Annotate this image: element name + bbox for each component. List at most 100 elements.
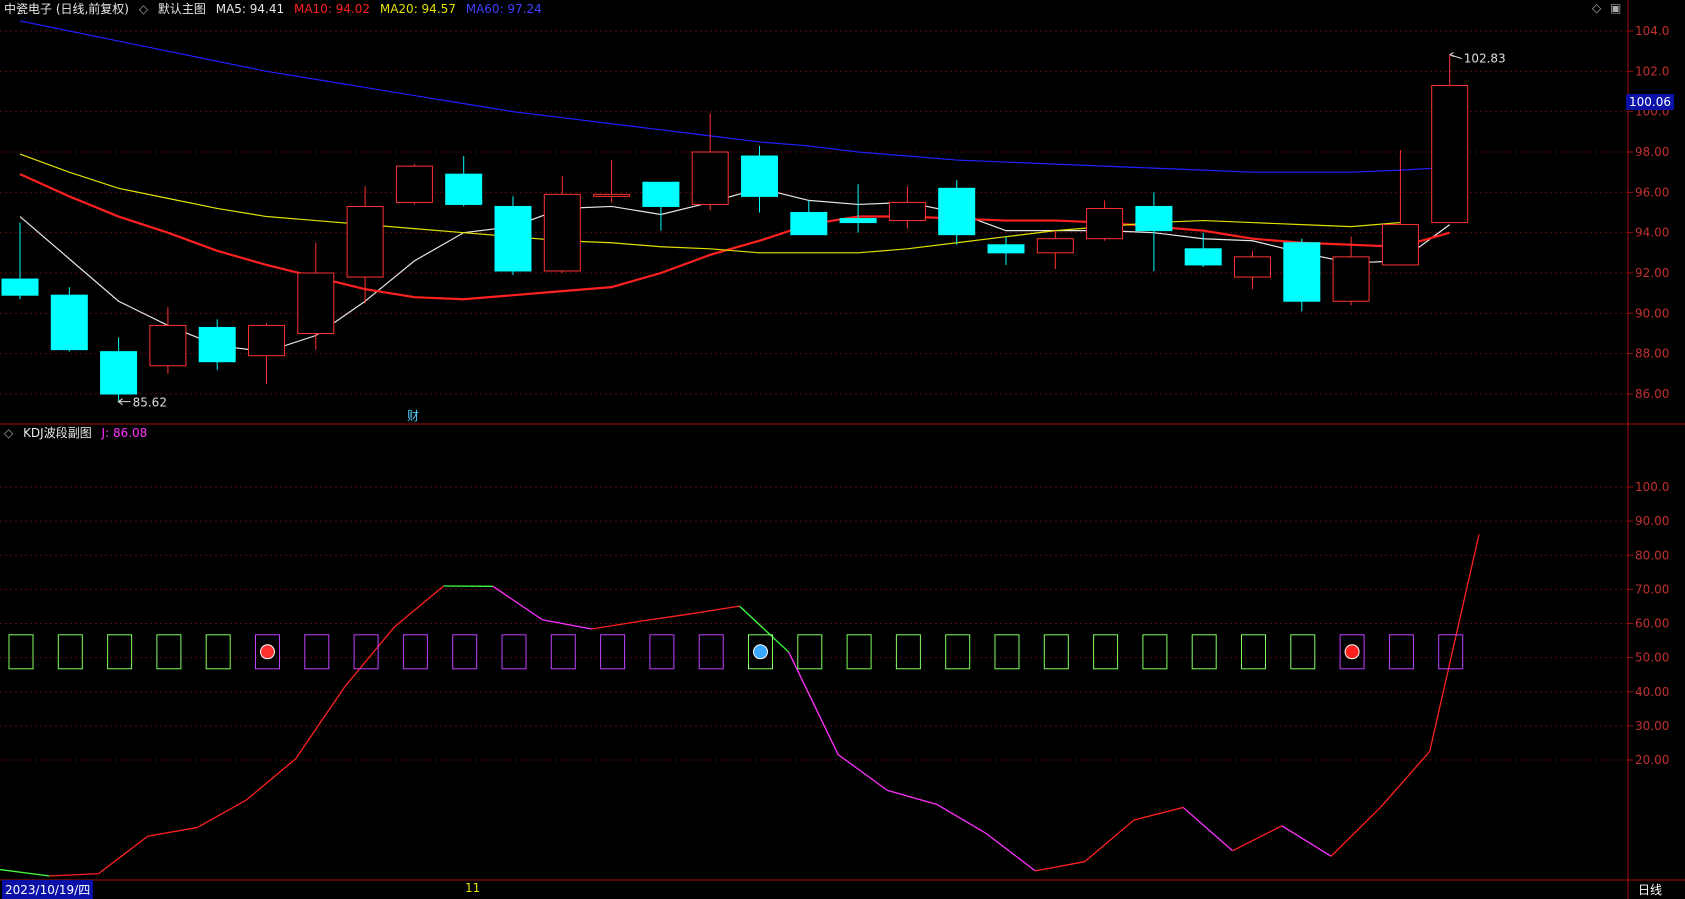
candle [1283, 238, 1321, 312]
candle [494, 196, 532, 276]
cursor-date-box: 2023/10/19/四 [2, 880, 94, 899]
signal-marker-icon [1344, 644, 1360, 660]
stock-title: 中瓷电子 (日线,前复权) [4, 2, 129, 16]
sub-tick-label: 90.00 [1635, 514, 1669, 528]
candle-body [395, 165, 433, 203]
candle-body [691, 151, 729, 205]
candle [691, 113, 729, 211]
candle-body [938, 187, 976, 236]
sub-tick-label: 100.0 [1635, 480, 1669, 494]
high-arrow [1449, 52, 1462, 60]
sub-tick-label: 70.00 [1635, 582, 1669, 596]
kdj-j-segment [985, 832, 1036, 872]
signal-box [550, 634, 576, 670]
signal-box [600, 634, 626, 670]
kdj-j-segment [295, 685, 346, 760]
candle-body [1086, 207, 1124, 240]
sub-chevron-icon[interactable]: ◇ [4, 426, 13, 440]
signal-box [1438, 634, 1464, 670]
candle [987, 236, 1025, 265]
signal-box [156, 634, 182, 670]
candle [642, 181, 680, 231]
candle-body [1381, 224, 1419, 266]
main-tick-label: 88.00 [1635, 347, 1669, 361]
kdj-j-segment [1084, 819, 1135, 863]
ma10-label: MA10: 94.02 [293, 2, 371, 16]
candle-body [445, 173, 483, 205]
financial-report-marker[interactable]: 财 [407, 407, 419, 424]
candle [1332, 236, 1370, 306]
signal-box [452, 634, 478, 670]
candle-body [790, 212, 828, 236]
signal-box [1142, 634, 1168, 670]
signal-box [501, 634, 527, 670]
kdj-j-segment [393, 585, 445, 628]
kdj-j-segment [936, 803, 987, 834]
j-value-label: J: 86.08 [101, 426, 148, 440]
diamond-icon[interactable]: ◇ [1592, 1, 1601, 15]
signal-marker-icon [753, 644, 768, 660]
signal-box [1241, 634, 1266, 670]
candle-body [987, 244, 1025, 254]
signal-box [1388, 634, 1414, 670]
candle-body [1, 278, 39, 296]
sub-tick-label: 20.00 [1635, 753, 1669, 767]
window-icon[interactable]: ▣ [1610, 1, 1621, 15]
candle-body [346, 205, 384, 278]
kdj-j-segment [344, 626, 395, 687]
candle [741, 145, 778, 213]
candle-body [1431, 84, 1469, 224]
candle [1086, 200, 1124, 241]
candle-body [1135, 205, 1173, 232]
panel-label[interactable]: 默认主图 [158, 2, 206, 16]
candle [198, 319, 236, 370]
ma60-label: MA60: 97.24 [465, 2, 542, 16]
kdj-j-segment [1133, 806, 1184, 821]
main-tick-label: 104.0 [1635, 24, 1669, 38]
sub-chart-title[interactable]: KDJ波段副图 [23, 426, 92, 440]
signal-box [698, 634, 724, 670]
sub-tick-label: 40.00 [1635, 685, 1669, 699]
kdj-j-segment [147, 826, 198, 837]
kdj-j-segment [1232, 825, 1283, 852]
kdj-j-segment [591, 620, 642, 630]
candle-body [1036, 238, 1074, 254]
signal-box [57, 634, 83, 670]
main-tick-label: 94.00 [1635, 226, 1669, 240]
candle-body [1283, 242, 1321, 302]
signal-box [649, 634, 675, 670]
sub-tick-label: 60.00 [1635, 617, 1669, 631]
signal-box [107, 634, 133, 670]
high-label: 102.83 [1464, 52, 1506, 66]
kdj-j-segment [1035, 861, 1085, 872]
signal-box [895, 634, 921, 670]
main-tick-label: 90.00 [1635, 306, 1669, 320]
kdj-j-segment [788, 651, 839, 755]
signal-box [1191, 634, 1217, 670]
period-label[interactable]: 日线 [1638, 881, 1662, 898]
candle [297, 242, 335, 350]
kdj-j-segment [246, 758, 297, 801]
kdj-j-segment [98, 835, 149, 875]
sub-tick-label: 30.00 [1635, 719, 1669, 733]
ma5-label: MA5: 94.41 [215, 2, 285, 16]
ma-line-ma10 [19, 173, 1451, 301]
chart-header: 中瓷电子 (日线,前复权) ◇ 默认主图 MA5: 94.41 MA10: 94… [4, 0, 548, 17]
candle [1431, 54, 1469, 224]
candle [1234, 250, 1271, 290]
candle-body [297, 272, 335, 334]
candle [248, 323, 285, 384]
candle [395, 164, 433, 205]
candle [149, 307, 187, 374]
candle-body [593, 193, 631, 197]
signal-box [994, 634, 1020, 670]
kdj-j-segment [1330, 806, 1381, 857]
signal-box [8, 634, 34, 670]
candle [790, 200, 828, 236]
stock-chart-canvas[interactable]: 104.0 102.0 100.0 98.00 96.00 94.00 92.00 90.00… [0, 0, 1685, 899]
signal-box [1043, 634, 1069, 670]
signal-box [945, 634, 971, 670]
candle-body [888, 201, 926, 222]
candle-body [198, 326, 236, 363]
chevron-down-icon[interactable]: ◇ [139, 2, 148, 16]
